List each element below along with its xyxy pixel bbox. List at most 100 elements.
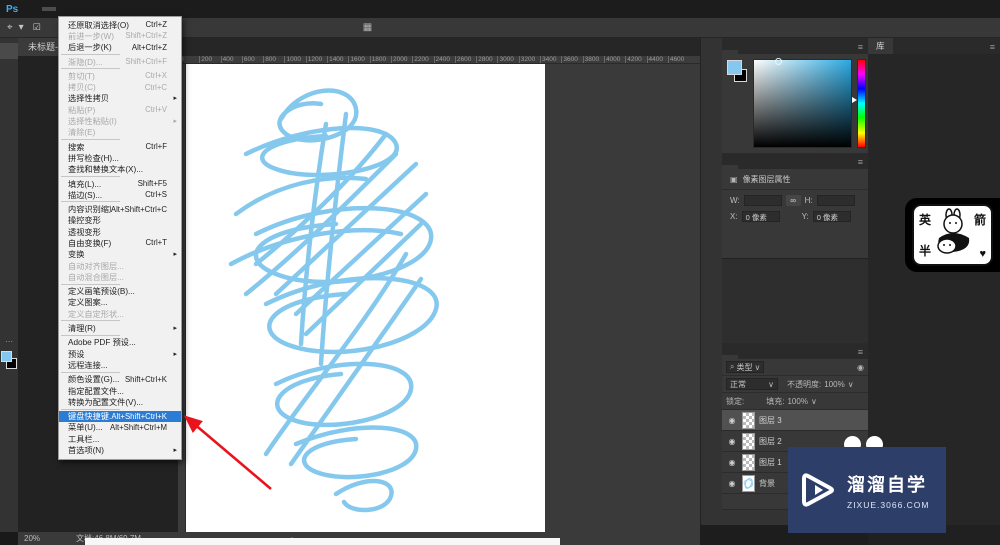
edit-menu-item[interactable]: 远程连接... xyxy=(59,359,181,370)
edit-menu-item[interactable]: 自由变换(F) Ctrl+T xyxy=(59,237,181,248)
y-field[interactable]: 0 像素 xyxy=(813,211,851,222)
pen-tool[interactable] xyxy=(0,245,18,261)
panel-tab[interactable] xyxy=(722,165,738,169)
layer-visibility-eye-icon[interactable]: ◉ xyxy=(726,458,738,467)
hand-tool[interactable] xyxy=(0,307,18,323)
edit-menu-item[interactable]: 转换为配置文件(V)... xyxy=(59,396,181,407)
layer-name[interactable]: 图层 1 xyxy=(759,457,782,468)
panel-menu-icon[interactable]: ≡ xyxy=(853,157,868,169)
path-select-tool[interactable] xyxy=(0,276,18,292)
move-tool[interactable] xyxy=(0,43,18,59)
layer-name[interactable]: 图层 2 xyxy=(759,436,782,447)
eyedropper-tool[interactable] xyxy=(0,105,18,121)
layer-thumbnail[interactable] xyxy=(742,412,755,429)
edit-menu-item[interactable]: 键盘快捷键... Alt+Shift+Ctrl+K xyxy=(59,411,181,422)
menubar-item[interactable] xyxy=(84,7,98,11)
filter-pin-icon[interactable]: ◉ xyxy=(857,363,864,372)
edit-menu-item[interactable]: 定义画笔预设(B)... xyxy=(59,286,181,297)
clone-stamp-tool[interactable] xyxy=(0,152,18,168)
menubar-item[interactable] xyxy=(56,7,70,11)
menubar-item[interactable] xyxy=(70,7,84,11)
edit-menu-item[interactable]: 定义图案... xyxy=(59,297,181,308)
edit-menu-item[interactable]: 工具栏... xyxy=(59,433,181,444)
edit-menu-item[interactable]: 清理(R) xyxy=(59,322,181,333)
history-brush-tool[interactable] xyxy=(0,167,18,183)
chevron-down-icon[interactable]: ∨ xyxy=(848,380,854,389)
panel-menu-icon[interactable]: ≡ xyxy=(985,42,1000,54)
edit-menu-item[interactable]: 预设 xyxy=(59,348,181,359)
chevron-down-icon[interactable]: ∨ xyxy=(811,397,817,406)
hue-slider-marker[interactable] xyxy=(852,97,857,103)
edit-menu-item[interactable]: 内容识别缩放 Alt+Shift+Ctrl+C xyxy=(59,203,181,214)
type-tool[interactable] xyxy=(0,260,18,276)
panel-tab[interactable] xyxy=(722,50,738,54)
fill-value[interactable]: 100% xyxy=(787,397,807,406)
edit-menu-item[interactable]: 首选项(N) xyxy=(59,444,181,455)
link-dimensions-icon[interactable]: ∞ xyxy=(786,195,801,206)
layer-name[interactable]: 背景 xyxy=(759,478,775,489)
marquee-tool[interactable] xyxy=(0,59,18,75)
chevron-down-icon[interactable]: ▾ xyxy=(16,22,27,33)
crop-tool[interactable] xyxy=(0,90,18,106)
panel-menu-icon[interactable]: ≡ xyxy=(853,42,868,54)
layer-filter-dropdown[interactable]: ⌕ 类型 ∨ xyxy=(726,361,764,373)
edit-menu-item[interactable]: Adobe PDF 预设... xyxy=(59,337,181,348)
edit-menu-item[interactable]: 变换 xyxy=(59,249,181,260)
shape-tool[interactable] xyxy=(0,291,18,307)
edit-menu-item[interactable]: 搜索 Ctrl+F xyxy=(59,141,181,152)
menubar-item[interactable] xyxy=(42,7,56,11)
menubar-item[interactable] xyxy=(154,7,168,11)
menubar-item[interactable] xyxy=(28,7,42,11)
height-field[interactable] xyxy=(817,195,855,206)
layer-thumbnail[interactable] xyxy=(742,433,755,450)
hue-slider[interactable] xyxy=(857,59,866,148)
edit-menu-item[interactable]: 透视变形 xyxy=(59,226,181,237)
move-tool-icon[interactable]: ⌖ xyxy=(4,22,16,33)
panel-tab[interactable] xyxy=(738,165,754,169)
layer-visibility-eye-icon[interactable]: ◉ xyxy=(726,437,738,446)
distribute-grid-icon[interactable]: ▦ xyxy=(363,22,372,33)
zoom-level[interactable]: 20% xyxy=(24,534,40,543)
menubar-item[interactable] xyxy=(140,7,154,11)
edit-menu-item[interactable]: 后退一步(K) Alt+Ctrl+Z xyxy=(59,42,181,53)
layer-visibility-eye-icon[interactable]: ◉ xyxy=(726,479,738,488)
edit-menu-item[interactable]: 还原取消选择(O) Ctrl+Z xyxy=(59,19,181,30)
edit-menu-item[interactable]: 选择性拷贝 xyxy=(59,93,181,104)
lasso-tool[interactable] xyxy=(0,74,18,90)
edit-menu-item[interactable]: 拼写检查(H)... xyxy=(59,152,181,163)
layer-visibility-eye-icon[interactable]: ◉ xyxy=(726,416,738,425)
blend-mode-dropdown[interactable]: 正常 ∨ xyxy=(726,378,778,390)
x-field[interactable]: 0 像素 xyxy=(742,211,780,222)
auto-select-checkbox[interactable]: ☑ xyxy=(33,22,41,33)
dodge-tool[interactable] xyxy=(0,229,18,245)
edit-menu-item[interactable]: 描边(S)... Ctrl+S xyxy=(59,189,181,200)
panel-menu-icon[interactable]: ≡ xyxy=(853,347,868,359)
layer-row[interactable]: ◉ 图层 3 xyxy=(722,410,868,431)
color-field-marker[interactable] xyxy=(775,58,782,65)
edit-menu-item[interactable]: 查找和替换文本(X)... xyxy=(59,164,181,175)
edit-menu-item[interactable]: 操控变形 xyxy=(59,215,181,226)
more-tools-icon[interactable]: ⋯ xyxy=(5,338,13,348)
menubar-item[interactable] xyxy=(98,7,112,11)
panel-tab[interactable] xyxy=(738,355,754,359)
brush-tool[interactable] xyxy=(0,136,18,152)
panel-tab[interactable]: 库 xyxy=(868,38,893,54)
layer-thumbnail[interactable] xyxy=(742,454,755,471)
foreground-color-swatch[interactable] xyxy=(727,60,742,75)
eraser-tool[interactable] xyxy=(0,183,18,199)
opacity-value[interactable]: 100% xyxy=(824,380,844,389)
foreground-color-swatch[interactable] xyxy=(1,351,12,362)
panel-tab[interactable] xyxy=(754,355,770,359)
color-field[interactable] xyxy=(753,59,852,148)
panel-tab[interactable] xyxy=(722,355,738,359)
layer-thumbnail[interactable] xyxy=(742,475,755,492)
edit-menu-item[interactable]: 指定配置文件... xyxy=(59,385,181,396)
edit-menu-item[interactable]: 填充(L)... Shift+F5 xyxy=(59,178,181,189)
menubar-item[interactable] xyxy=(126,7,140,11)
document-canvas[interactable] xyxy=(186,64,545,532)
gradient-tool[interactable] xyxy=(0,198,18,214)
zoom-tool[interactable] xyxy=(0,322,18,338)
menubar-item[interactable] xyxy=(112,7,126,11)
width-field[interactable] xyxy=(744,195,782,206)
edit-menu-item[interactable]: 颜色设置(G)... Shift+Ctrl+K xyxy=(59,374,181,385)
